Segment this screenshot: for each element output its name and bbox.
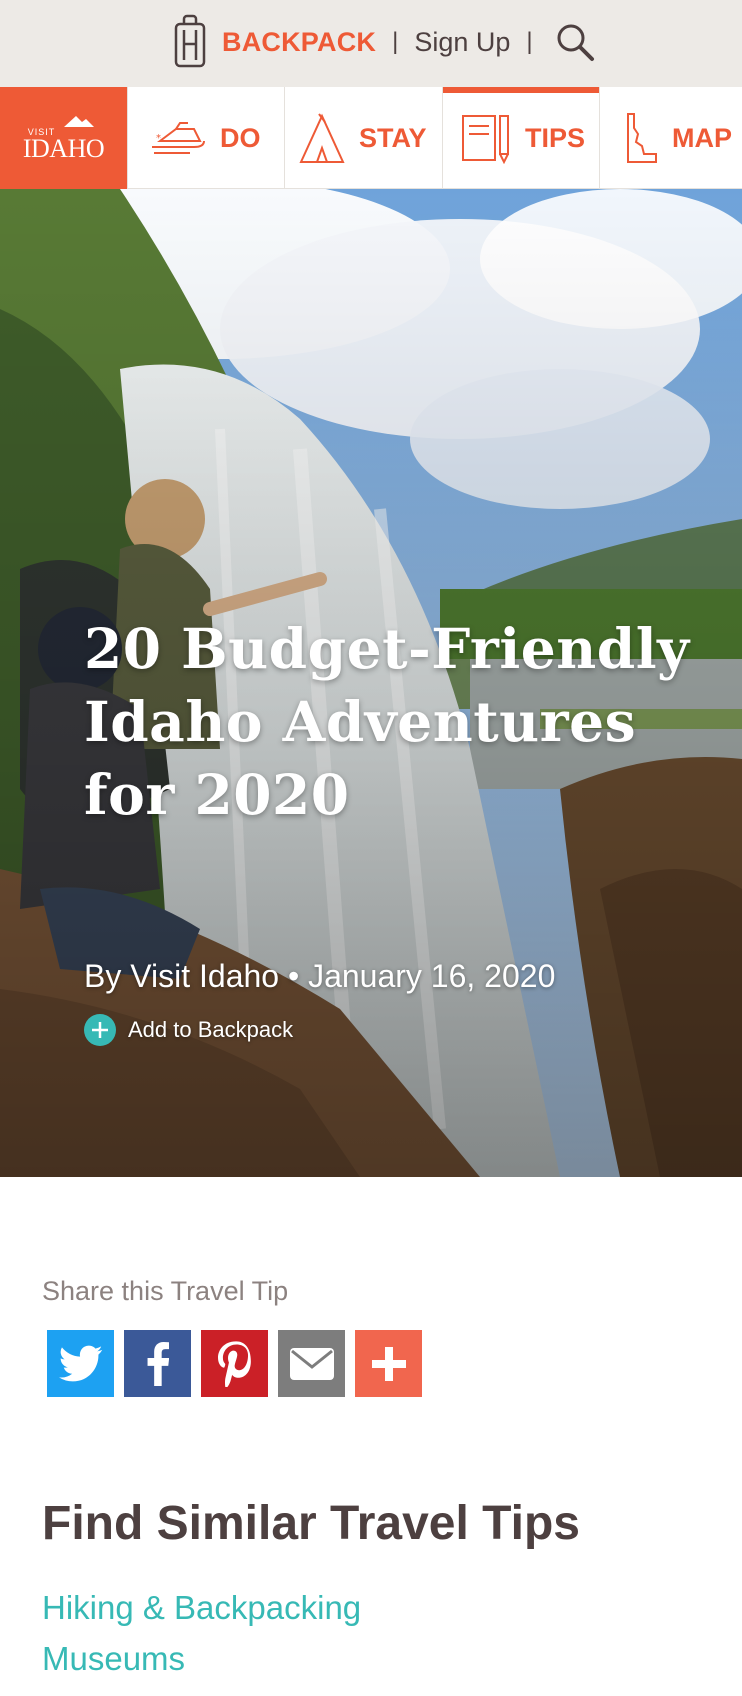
similar-tips-heading: Find Similar Travel Tips	[42, 1497, 580, 1550]
idaho-state-icon	[627, 113, 657, 163]
main-nav: VISIT IDAHO * DO STAY TIPS MAP	[0, 87, 742, 189]
facebook-icon	[147, 1341, 169, 1386]
nav-do-label: DO	[220, 122, 261, 153]
article-byline: By Visit Idaho • January 16, 2020	[84, 958, 556, 994]
nav-item-map[interactable]: MAP	[599, 87, 742, 189]
mountain-logo-icon	[63, 116, 94, 127]
visit-idaho-logo[interactable]: VISIT IDAHO	[0, 87, 127, 189]
backpack-icon	[174, 14, 206, 68]
share-pinterest-button[interactable]	[201, 1330, 268, 1397]
nav-map-label: MAP	[672, 122, 732, 153]
utility-links: BACKPACK | Sign Up |	[170, 14, 595, 70]
share-email-button[interactable]	[278, 1330, 345, 1397]
tip-link-museums[interactable]: Museums	[42, 1640, 185, 1678]
svg-text:*: *	[156, 133, 161, 144]
nav-stay-label: STAY	[359, 122, 427, 153]
sign-up-link[interactable]: Sign Up	[414, 27, 510, 58]
separator: |	[392, 28, 399, 55]
tent-icon	[299, 113, 345, 163]
logo-idaho-text: IDAHO	[22, 134, 105, 163]
backpack-link[interactable]: BACKPACK	[170, 14, 376, 70]
utility-bar: BACKPACK | Sign Up |	[0, 0, 742, 87]
twitter-icon	[58, 1345, 102, 1381]
plus-circle-icon	[84, 1014, 116, 1046]
notebook-pencil-icon	[462, 115, 509, 164]
share-facebook-button[interactable]	[124, 1330, 191, 1397]
share-heading: Share this Travel Tip	[42, 1276, 289, 1306]
search-icon[interactable]	[555, 22, 595, 62]
hero: 20 Budget-Friendly Idaho Adventures for …	[0, 189, 742, 1177]
nav-item-tips[interactable]: TIPS	[442, 87, 599, 189]
tip-link-hiking-backpacking[interactable]: Hiking & Backpacking	[42, 1589, 361, 1627]
backpack-label: BACKPACK	[222, 26, 377, 57]
add-to-backpack-button[interactable]: Add to Backpack	[84, 1014, 293, 1046]
separator: |	[526, 28, 533, 55]
article-title: 20 Budget-Friendly Idaho Adventures for …	[84, 616, 690, 827]
plus-icon	[371, 1346, 406, 1381]
nav-item-do[interactable]: * DO	[127, 87, 284, 189]
active-indicator	[443, 87, 599, 93]
share-buttons	[47, 1330, 432, 1397]
share-more-button[interactable]	[355, 1330, 422, 1397]
email-icon	[289, 1347, 334, 1380]
add-to-backpack-label: Add to Backpack	[128, 1017, 294, 1042]
nav-item-stay[interactable]: STAY	[284, 87, 442, 189]
share-twitter-button[interactable]	[47, 1330, 114, 1397]
snowmobile-icon: *	[152, 122, 205, 154]
pinterest-icon	[217, 1340, 251, 1387]
nav-tips-label: TIPS	[525, 122, 586, 153]
